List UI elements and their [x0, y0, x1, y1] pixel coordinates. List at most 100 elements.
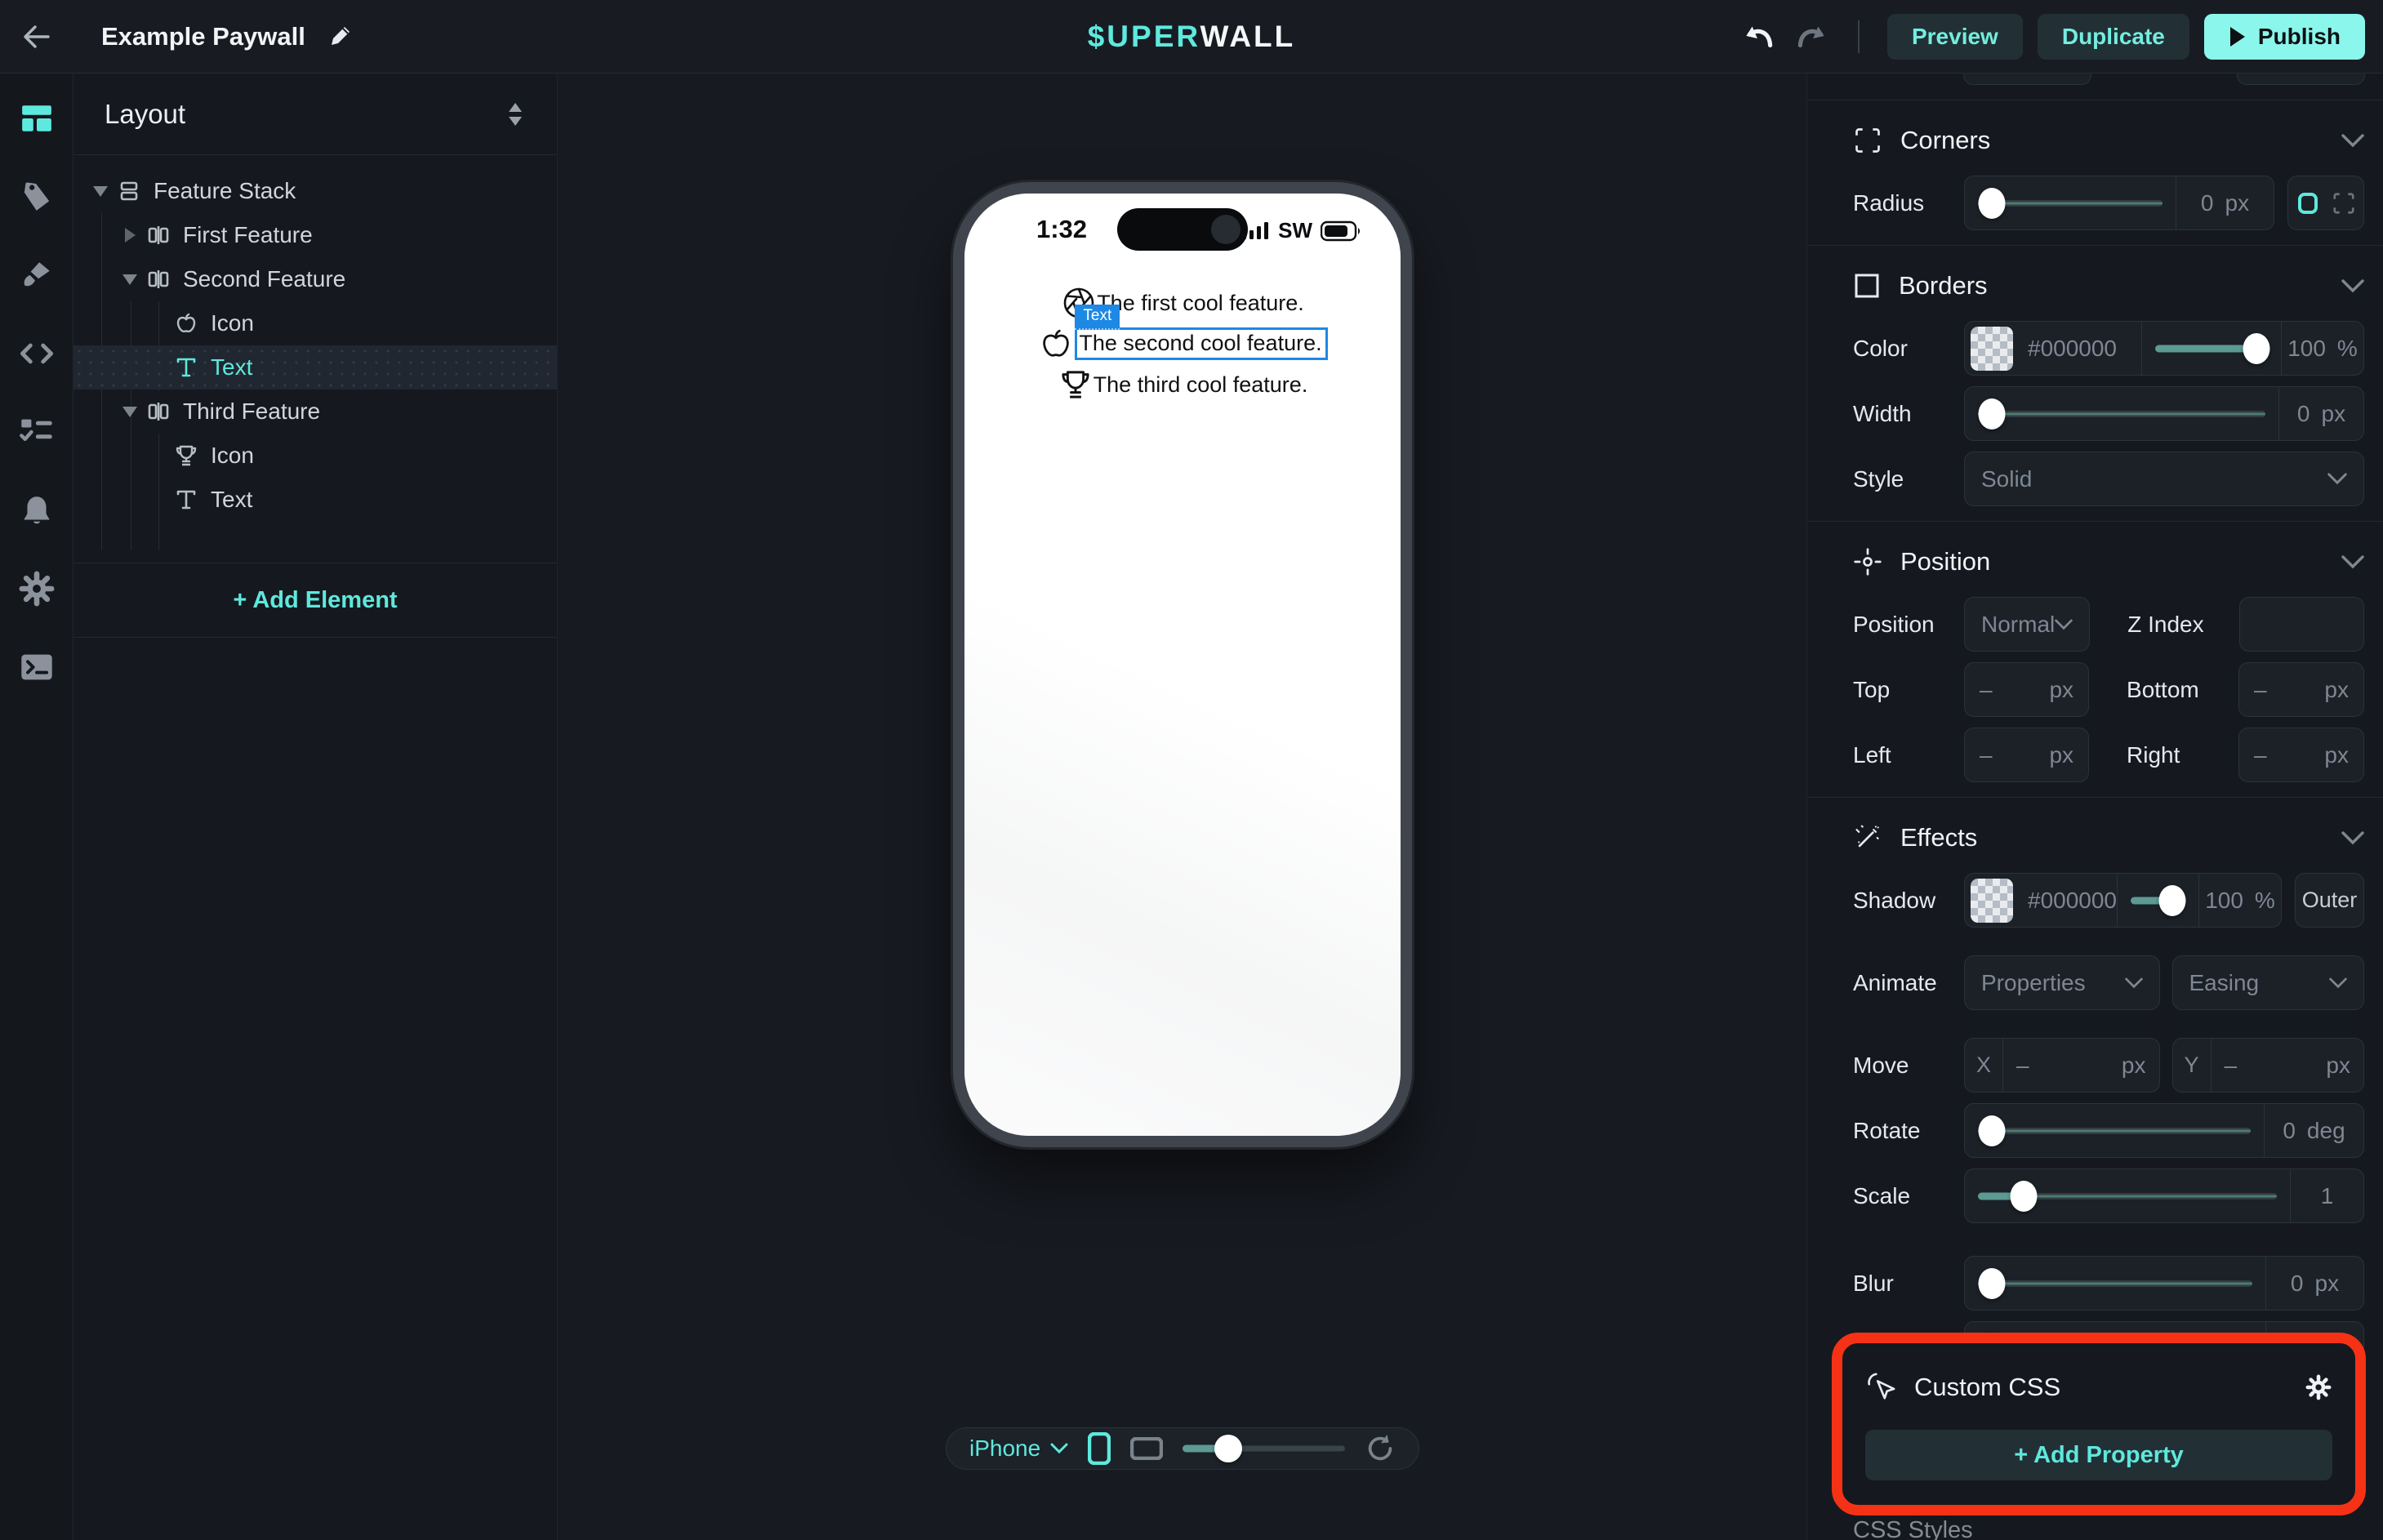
- shadow-outer-button[interactable]: Outer: [2295, 873, 2364, 928]
- add-element-button[interactable]: + Add Element: [73, 563, 557, 637]
- design-canvas[interactable]: 1:32 SW The first co: [559, 73, 1806, 1540]
- opacity-slider[interactable]: [2141, 322, 2281, 375]
- custom-css-gear-icon[interactable]: [2305, 1373, 2332, 1401]
- scale-value[interactable]: 1: [2290, 1169, 2363, 1222]
- tree-item-feature-stack[interactable]: Feature Stack: [73, 169, 557, 213]
- hex-value[interactable]: #000000: [2028, 336, 2117, 362]
- add-property-button[interactable]: + Add Property: [1865, 1430, 2332, 1480]
- animate-properties-dropdown[interactable]: Properties: [1964, 955, 2160, 1010]
- slider-knob[interactable]: [1214, 1435, 1242, 1462]
- width-value[interactable]: 0px: [2278, 387, 2363, 440]
- shadow-opacity-value[interactable]: 100%: [2198, 874, 2281, 927]
- feature-row-selected[interactable]: Text The second cool feature.: [1037, 325, 1327, 363]
- opacity-value[interactable]: 100%: [2281, 322, 2363, 375]
- refresh-icon[interactable]: [1365, 1433, 1396, 1464]
- publish-label: Publish: [2258, 24, 2341, 50]
- sort-icon[interactable]: [505, 100, 526, 128]
- move-x-input[interactable]: X –px: [1964, 1038, 2160, 1093]
- caret-right-icon[interactable]: [118, 227, 142, 243]
- tag-icon[interactable]: [19, 179, 55, 215]
- tree-item-text-selected[interactable]: Text: [73, 345, 557, 389]
- code-icon[interactable]: [19, 336, 55, 372]
- selected-text-element[interactable]: Text The second cool feature.: [1075, 327, 1327, 360]
- trophy-icon: [1058, 367, 1094, 403]
- divider: [1807, 797, 2383, 798]
- gear-icon[interactable]: [19, 571, 55, 607]
- position-dropdown[interactable]: Normal: [1964, 597, 2090, 652]
- checklist-icon[interactable]: [19, 414, 55, 450]
- radius-value[interactable]: 0px: [2176, 176, 2274, 229]
- width-slider[interactable]: [1965, 387, 2278, 440]
- duplicate-button[interactable]: Duplicate: [2038, 14, 2189, 60]
- preview-button[interactable]: Preview: [1887, 14, 2023, 60]
- tree-item-icon[interactable]: Icon: [73, 301, 557, 345]
- bell-icon[interactable]: [19, 492, 55, 528]
- effects-wand-icon: [1853, 823, 1882, 852]
- zoom-slider[interactable]: [1183, 1428, 1345, 1469]
- color-swatch[interactable]: [1971, 327, 2013, 371]
- shadow-opacity-slider[interactable]: [2117, 874, 2198, 927]
- selection-tag: Text: [1075, 305, 1120, 330]
- landscape-icon[interactable]: [1130, 1437, 1163, 1460]
- chevron-down-icon[interactable]: [2341, 831, 2364, 845]
- tree-item-third-feature[interactable]: Third Feature: [73, 389, 557, 434]
- move-y-input[interactable]: Y –px: [2172, 1038, 2365, 1093]
- redo-icon[interactable]: [1793, 18, 1830, 56]
- scale-slider[interactable]: [1965, 1169, 2290, 1222]
- corner-mode-toggle[interactable]: [2287, 176, 2364, 230]
- left-input[interactable]: –px: [1964, 728, 2089, 782]
- shadow-swatch[interactable]: [1971, 879, 2013, 923]
- back-button[interactable]: [0, 19, 73, 55]
- tree-item-first-feature[interactable]: First Feature: [73, 213, 557, 257]
- tree-item-second-feature[interactable]: Second Feature: [73, 257, 557, 301]
- tree-item-label: Third Feature: [183, 398, 320, 425]
- undo-icon[interactable]: [1740, 18, 1778, 56]
- rotate-value[interactable]: 0deg: [2264, 1104, 2363, 1157]
- top-input[interactable]: –px: [1964, 662, 2089, 717]
- css-styles-label: CSS Styles: [1853, 1517, 1973, 1540]
- logo-accent: $UPER: [1088, 20, 1200, 53]
- tree-item-icon[interactable]: Icon: [73, 434, 557, 478]
- clipped-input[interactable]: [2237, 73, 2365, 85]
- blur-slider[interactable]: [1965, 1257, 2265, 1310]
- topbar-actions: Preview Duplicate Publish: [1740, 14, 2383, 60]
- hex-value[interactable]: #000000: [2028, 888, 2117, 914]
- zindex-input[interactable]: [2239, 597, 2364, 652]
- chevron-down-icon[interactable]: [2341, 555, 2364, 569]
- layout-tab-icon[interactable]: [19, 100, 55, 136]
- tree-item-text[interactable]: Text: [73, 478, 557, 522]
- blur-value[interactable]: 0px: [2265, 1257, 2363, 1310]
- section-title: Position: [1900, 547, 1990, 576]
- right-input[interactable]: –px: [2238, 728, 2364, 782]
- caret-down-icon[interactable]: [118, 273, 142, 286]
- rotate-slider[interactable]: [1965, 1104, 2264, 1157]
- terminal-icon[interactable]: [19, 649, 55, 685]
- stack-icon: [113, 178, 145, 204]
- clipped-input[interactable]: [1963, 73, 2091, 85]
- play-icon: [2229, 26, 2247, 47]
- radius-slider[interactable]: [1965, 176, 2176, 229]
- x-prefix: X: [1965, 1039, 2003, 1092]
- publish-button[interactable]: Publish: [2204, 14, 2365, 60]
- chevron-down-icon[interactable]: [2341, 279, 2364, 293]
- device-selector[interactable]: iPhone: [969, 1435, 1068, 1462]
- edit-title-icon[interactable]: [327, 24, 353, 50]
- apple-icon: [1037, 325, 1075, 363]
- individual-corners-icon: [2332, 191, 2356, 216]
- caret-down-icon[interactable]: [88, 185, 113, 198]
- chevron-down-icon[interactable]: [2341, 134, 2364, 148]
- portrait-icon[interactable]: [1088, 1432, 1111, 1465]
- animate-easing-dropdown[interactable]: Easing: [2172, 955, 2365, 1010]
- color-swatch-field[interactable]: #000000: [1965, 327, 2141, 371]
- shadow-color-field[interactable]: #000000: [1965, 879, 2117, 923]
- feature-row[interactable]: The third cool feature.: [1058, 367, 1308, 403]
- bottom-input[interactable]: –px: [2238, 662, 2364, 717]
- phone-screen[interactable]: 1:32 SW The first co: [964, 194, 1401, 1136]
- brush-icon[interactable]: [19, 257, 55, 293]
- text-icon: [170, 354, 203, 381]
- iphone-mockup: 1:32 SW The first co: [953, 182, 1412, 1147]
- columns-icon: [142, 266, 175, 292]
- style-dropdown[interactable]: Solid: [1964, 452, 2364, 506]
- caret-down-icon[interactable]: [118, 405, 142, 418]
- style-value: Solid: [1981, 466, 2032, 492]
